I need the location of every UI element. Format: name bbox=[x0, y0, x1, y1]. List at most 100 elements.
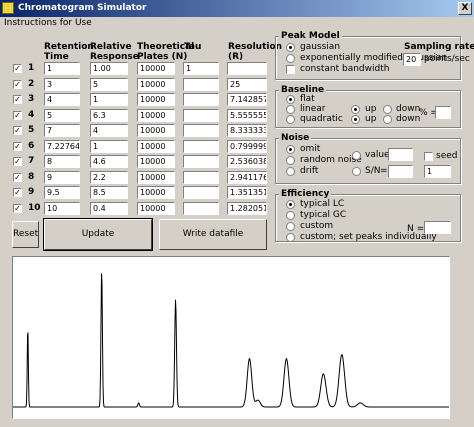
seed-checkbox[interactable] bbox=[424, 152, 433, 161]
relative-response-input[interactable]: 1.00 bbox=[90, 62, 128, 75]
reset-button[interactable]: Reset bbox=[12, 221, 39, 248]
typical-lc-radio[interactable] bbox=[286, 200, 295, 209]
relative-response-input[interactable]: 1 bbox=[90, 93, 128, 106]
tau-input[interactable] bbox=[183, 124, 219, 137]
constant-bandwidth-checkbox[interactable] bbox=[286, 65, 295, 74]
sampling-rate-input[interactable]: 20 bbox=[403, 53, 421, 66]
tau-input[interactable] bbox=[183, 93, 219, 106]
noise-value-input[interactable] bbox=[388, 148, 413, 161]
write-datafile-button[interactable]: Write datafile bbox=[159, 219, 267, 250]
tau-input[interactable]: 1 bbox=[183, 62, 219, 75]
efficiency-title: Efficiency bbox=[279, 189, 332, 199]
tau-input[interactable] bbox=[183, 109, 219, 122]
plates-input[interactable]: 10000 bbox=[137, 78, 175, 91]
noise-sn-radio[interactable] bbox=[352, 167, 361, 176]
tau-input[interactable] bbox=[183, 140, 219, 153]
linear-up-radio[interactable] bbox=[351, 105, 360, 114]
resolution-input[interactable]: 8.3333333 bbox=[227, 124, 267, 137]
linear-down-radio[interactable] bbox=[383, 105, 392, 114]
row-number: 8 bbox=[28, 172, 35, 182]
plates-input[interactable]: 10000 bbox=[137, 202, 175, 215]
plates-input[interactable]: 10000 bbox=[137, 171, 175, 184]
resolution-input[interactable]: 7.1428571 bbox=[227, 93, 267, 106]
resolution-input[interactable]: 25 bbox=[227, 78, 267, 91]
resolution-input[interactable]: 5.5555555 bbox=[227, 109, 267, 122]
header-response-line1: Relative bbox=[90, 42, 132, 52]
menu-instructions[interactable]: Instructions for Use bbox=[4, 18, 92, 28]
peak-enable-checkbox[interactable]: ✓ bbox=[13, 95, 22, 104]
retention-time-input[interactable]: 9 bbox=[44, 171, 80, 184]
tau-input[interactable] bbox=[183, 155, 219, 168]
tau-input[interactable] bbox=[183, 186, 219, 199]
noise-omit-radio[interactable] bbox=[286, 145, 295, 154]
resolution-input[interactable] bbox=[227, 62, 267, 75]
retention-time-input[interactable]: 9.5 bbox=[44, 186, 80, 199]
n-input[interactable] bbox=[424, 221, 451, 234]
retention-time-input[interactable]: 7.2276422 bbox=[44, 140, 80, 153]
relative-response-input[interactable]: 1 bbox=[90, 140, 128, 153]
custom-radio[interactable] bbox=[286, 222, 295, 231]
relative-response-input[interactable]: 0.4 bbox=[90, 202, 128, 215]
resolution-input[interactable]: 1.3513513 bbox=[227, 186, 267, 199]
relative-response-input[interactable]: 2.2 bbox=[90, 171, 128, 184]
quadratic-down-label: down bbox=[396, 114, 421, 124]
peak-enable-checkbox[interactable]: ✓ bbox=[13, 204, 22, 213]
chromatogram-plot bbox=[12, 256, 450, 419]
app-icon bbox=[2, 2, 14, 14]
baseline-percent-input[interactable] bbox=[435, 106, 451, 119]
seed-input[interactable]: 1 bbox=[424, 165, 451, 178]
retention-time-input[interactable]: 10 bbox=[44, 202, 80, 215]
relative-response-input[interactable]: 4 bbox=[90, 124, 128, 137]
retention-time-input[interactable]: 4 bbox=[44, 93, 80, 106]
retention-time-input[interactable]: 5 bbox=[44, 109, 80, 122]
peak-enable-checkbox[interactable]: ✓ bbox=[13, 80, 22, 89]
retention-time-input[interactable]: 7 bbox=[44, 124, 80, 137]
retention-time-input[interactable]: 8 bbox=[44, 155, 80, 168]
close-button[interactable]: X bbox=[458, 2, 472, 15]
tau-input[interactable] bbox=[183, 171, 219, 184]
peak-enable-checkbox[interactable]: ✓ bbox=[13, 188, 22, 197]
plates-input[interactable]: 10000 bbox=[137, 109, 175, 122]
quadratic-up-label: up bbox=[365, 114, 377, 124]
relative-response-input[interactable]: 8.5 bbox=[90, 186, 128, 199]
peak-enable-checkbox[interactable]: ✓ bbox=[13, 64, 22, 73]
noise-drift-radio[interactable] bbox=[286, 167, 295, 176]
baseline-flat-radio[interactable] bbox=[286, 95, 295, 104]
baseline-linear-radio[interactable] bbox=[286, 105, 295, 114]
resolution-input[interactable]: 1.2820512 bbox=[227, 202, 267, 215]
plates-input[interactable]: 10000 bbox=[137, 186, 175, 199]
tau-input[interactable] bbox=[183, 78, 219, 91]
header-retention-line1: Retention bbox=[44, 42, 94, 52]
gaussian-radio[interactable] bbox=[286, 43, 295, 52]
plates-input[interactable]: 10000 bbox=[137, 155, 175, 168]
emg-radio[interactable] bbox=[286, 54, 295, 63]
plates-input[interactable]: 10000 bbox=[137, 62, 175, 75]
plates-input[interactable]: 10000 bbox=[137, 140, 175, 153]
retention-time-input[interactable]: 3 bbox=[44, 78, 80, 91]
baseline-quadratic-radio[interactable] bbox=[286, 115, 295, 124]
peak-enable-checkbox[interactable]: ✓ bbox=[13, 173, 22, 182]
noise-value-radio[interactable] bbox=[352, 151, 361, 160]
typical-gc-radio[interactable] bbox=[286, 211, 295, 220]
plates-input[interactable]: 10000 bbox=[137, 93, 175, 106]
relative-response-input[interactable]: 4.6 bbox=[90, 155, 128, 168]
noise-sn-input[interactable] bbox=[388, 165, 413, 178]
peak-enable-checkbox[interactable]: ✓ bbox=[13, 126, 22, 135]
relative-response-input[interactable]: 6.3 bbox=[90, 109, 128, 122]
quadratic-up-radio[interactable] bbox=[351, 115, 360, 124]
noise-random-radio[interactable] bbox=[286, 156, 295, 165]
peak-enable-checkbox[interactable]: ✓ bbox=[13, 111, 22, 120]
retention-time-input[interactable]: 1 bbox=[44, 62, 80, 75]
peak-enable-checkbox[interactable]: ✓ bbox=[13, 157, 22, 166]
quadratic-down-radio[interactable] bbox=[383, 115, 392, 124]
resolution-input[interactable]: 2.9411764 bbox=[227, 171, 267, 184]
resolution-input[interactable]: 0.7999999 bbox=[227, 140, 267, 153]
tau-input[interactable] bbox=[183, 202, 219, 215]
peak-enable-checkbox[interactable]: ✓ bbox=[13, 142, 22, 151]
custom-individual-radio[interactable] bbox=[286, 233, 295, 242]
menu-bar: Instructions for Use bbox=[0, 17, 474, 29]
resolution-input[interactable]: 2.5360384 bbox=[227, 155, 267, 168]
plates-input[interactable]: 10000 bbox=[137, 124, 175, 137]
update-button[interactable]: Update bbox=[43, 218, 153, 251]
relative-response-input[interactable]: 5 bbox=[90, 78, 128, 91]
